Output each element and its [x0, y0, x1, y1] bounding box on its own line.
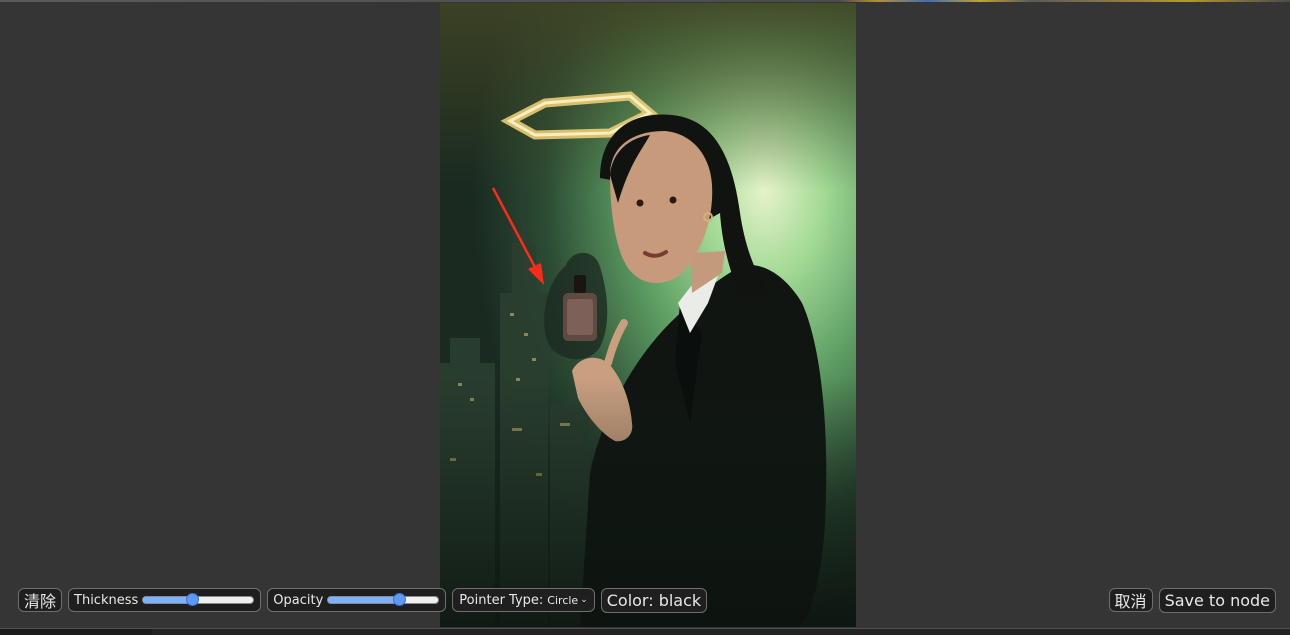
- thickness-slider[interactable]: [142, 593, 255, 606]
- bottom-border-segment: [0, 629, 152, 635]
- thickness-slider-thumb[interactable]: [186, 593, 200, 606]
- right-toolbar: 取消 Save to node: [1108, 587, 1276, 613]
- save-to-node-button[interactable]: Save to node: [1158, 587, 1276, 613]
- opacity-label: Opacity: [273, 592, 324, 608]
- image-canvas[interactable]: [440, 3, 856, 627]
- thickness-label: Thickness: [74, 592, 139, 608]
- red-arrow-icon: [491, 187, 544, 285]
- thickness-control: Thickness: [68, 588, 262, 612]
- top-border: [0, 0, 1290, 2]
- opacity-slider-fill: [328, 597, 400, 603]
- left-toolbar: 清除 Thickness Opacity Pointer Type: Circl…: [18, 587, 708, 613]
- mask-editor-stage: 清除 Thickness Opacity Pointer Type: Circl…: [0, 0, 1290, 635]
- cancel-button[interactable]: 取消: [1108, 588, 1153, 612]
- color-button[interactable]: Color: black: [600, 587, 708, 613]
- pointer-type-value: Circle: [547, 593, 579, 607]
- opacity-slider-thumb[interactable]: [393, 593, 407, 606]
- opacity-control: Opacity: [267, 588, 447, 612]
- chevron-down-icon: ⌄: [580, 594, 588, 605]
- opacity-slider[interactable]: [327, 593, 440, 606]
- pointer-type-label: Pointer Type:: [459, 592, 544, 608]
- pointer-type-control: Pointer Type: Circle ⌄: [452, 588, 595, 612]
- pointer-type-select[interactable]: Circle ⌄: [547, 594, 587, 607]
- clear-button[interactable]: 清除: [18, 588, 63, 612]
